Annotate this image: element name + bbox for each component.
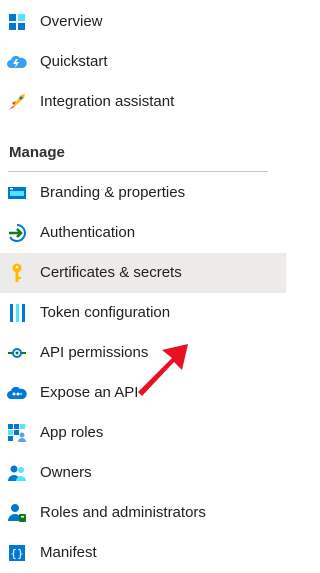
nav-item-branding-properties[interactable]: Branding & properties (0, 173, 286, 213)
api-permissions-icon (7, 343, 27, 363)
manifest-braces-icon: {} (7, 543, 27, 563)
red-arrow-annotation (138, 344, 188, 396)
branding-window-icon (7, 183, 27, 203)
nav-item-label: Expose an API (40, 384, 139, 401)
nav-item-label: Roles and administrators (40, 504, 206, 521)
nav-item-label: Quickstart (40, 53, 108, 70)
nav-item-label: Owners (40, 464, 92, 481)
app-roles-grid-icon (7, 423, 27, 443)
nav-item-owners[interactable]: Owners (0, 453, 286, 493)
owners-people-icon (7, 463, 27, 483)
nav-item-app-roles[interactable]: App roles (0, 413, 286, 453)
section-title-manage: Manage (9, 144, 65, 161)
nav-item-label: Token configuration (40, 304, 171, 321)
nav-item-label: Branding & properties (40, 184, 186, 201)
nav-item-certificates-secrets[interactable]: Certificates & secrets (0, 253, 286, 293)
section-divider (8, 171, 268, 172)
nav-item-quickstart[interactable]: Quickstart (0, 42, 286, 82)
nav-item-label: Certificates & secrets (40, 264, 182, 281)
cloud-lightning-icon (7, 52, 27, 72)
nav-item-label: Overview (40, 13, 103, 30)
key-icon (7, 263, 27, 283)
nav-item-manifest[interactable]: {} Manifest (0, 533, 286, 573)
expose-api-cloud-icon (7, 383, 27, 403)
nav-item-overview[interactable]: Overview (0, 2, 286, 42)
nav-item-label: Authentication (40, 224, 136, 241)
nav-item-label: Manifest (40, 544, 97, 561)
token-bars-icon (7, 303, 27, 323)
nav-item-token-configuration[interactable]: Token configuration (0, 293, 286, 333)
roles-admin-icon (7, 503, 27, 523)
grid-overview-icon (7, 12, 27, 32)
nav-item-label: App roles (40, 424, 104, 441)
authentication-arrow-icon (7, 223, 27, 243)
nav-item-label: Integration assistant (40, 93, 175, 110)
nav-item-integration-assistant[interactable]: Integration assistant (0, 82, 286, 122)
nav-item-roles-administrators[interactable]: Roles and administrators (0, 493, 286, 533)
rocket-icon (7, 92, 27, 112)
nav-item-authentication[interactable]: Authentication (0, 213, 286, 253)
svg-text:{}: {} (10, 547, 23, 560)
